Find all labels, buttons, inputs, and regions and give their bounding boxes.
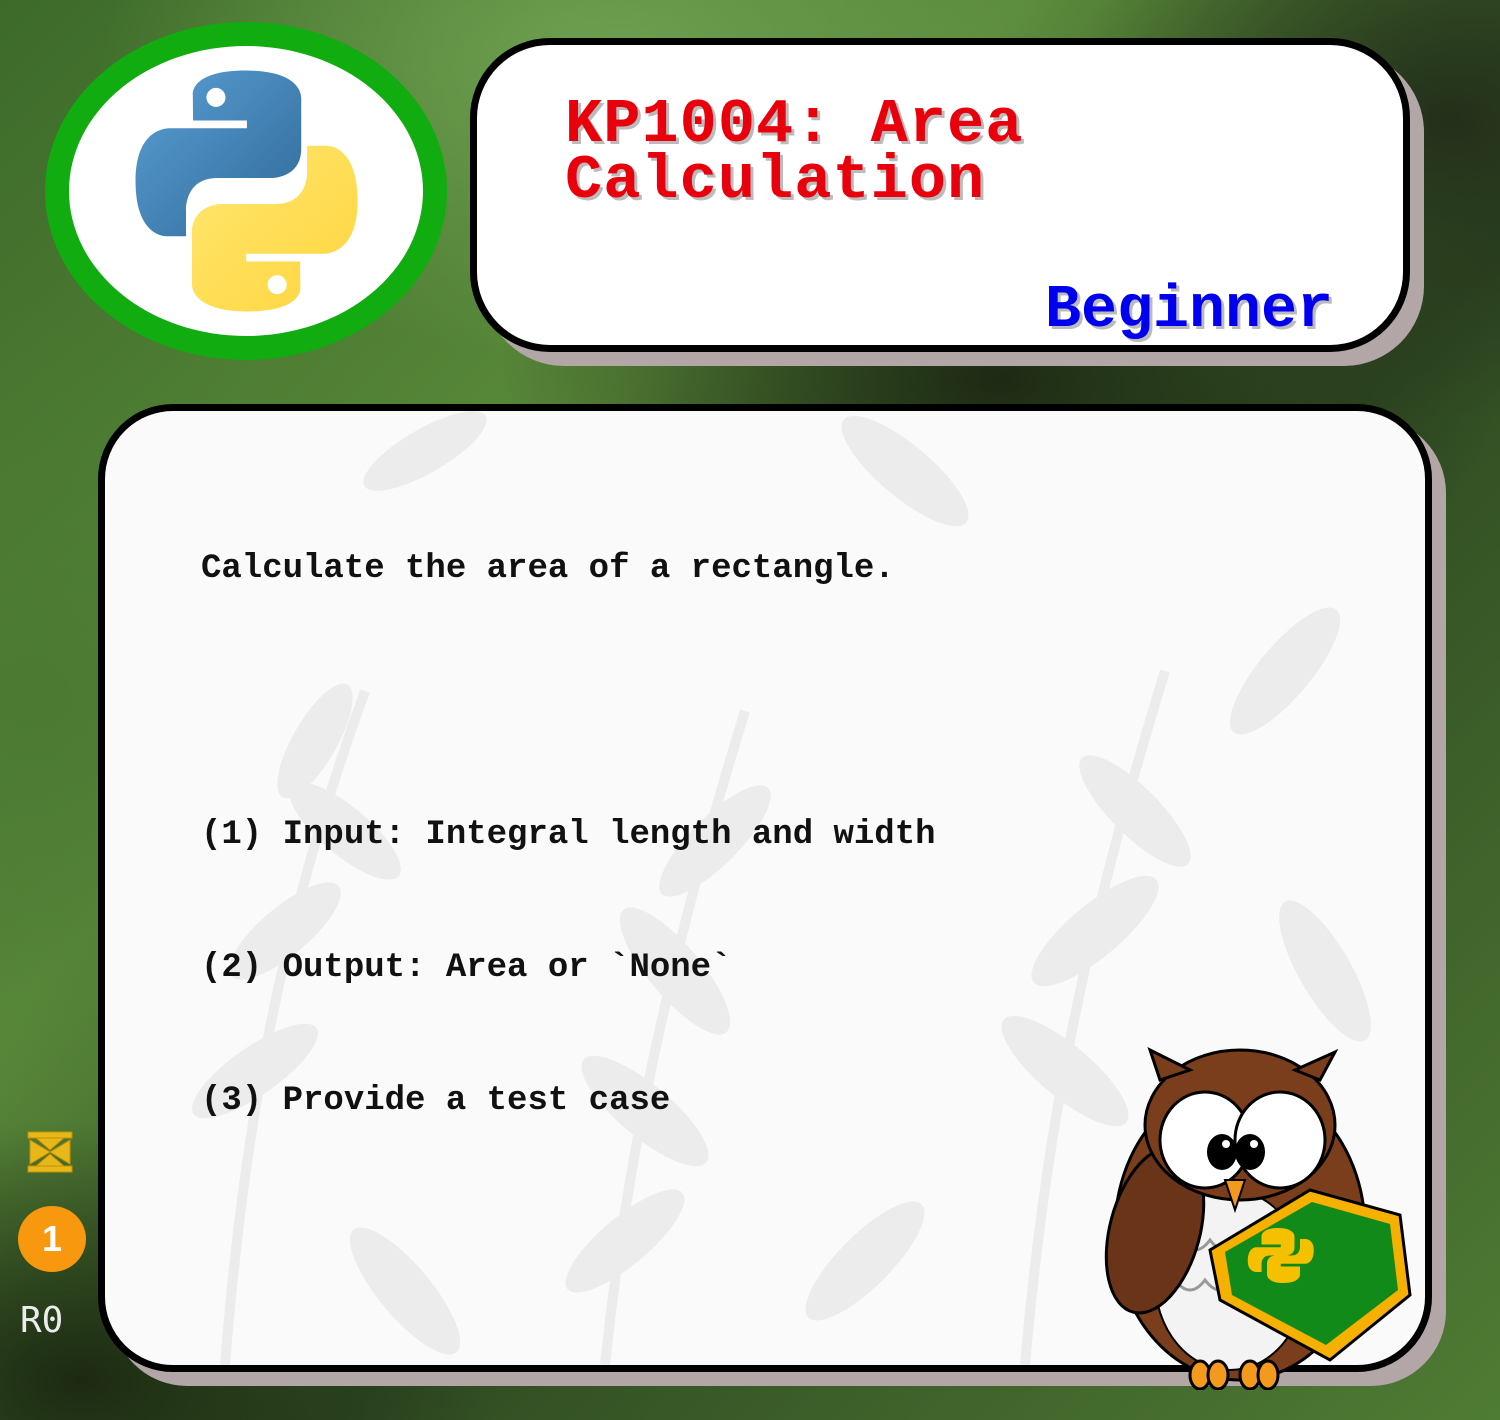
requirement-item: (3) Provide a test case	[201, 1082, 671, 1120]
page-title: KP1004: Area Calculation	[565, 94, 1023, 216]
ornament-icon	[27, 1131, 73, 1173]
requirement-item: (2) Output: Area or `None`	[201, 949, 732, 987]
count-badge: 1	[18, 1206, 86, 1272]
title-line-2: Calculation	[565, 145, 986, 216]
difficulty-label: Beginner	[1044, 277, 1333, 345]
requirement-item: (1) Input: Integral length and width	[201, 816, 936, 854]
owl-mascot-icon	[1104, 1047, 1412, 1390]
python-logo-badge	[45, 22, 447, 360]
title-card: KP1004: Area Calculation Beginner	[470, 38, 1410, 352]
revision-label: R0	[20, 1300, 64, 1341]
task-description: Calculate the area of a rectangle. (1) I…	[201, 473, 936, 1214]
description-intro: Calculate the area of a rectangle.	[201, 550, 895, 588]
python-logo-icon	[135, 70, 358, 312]
